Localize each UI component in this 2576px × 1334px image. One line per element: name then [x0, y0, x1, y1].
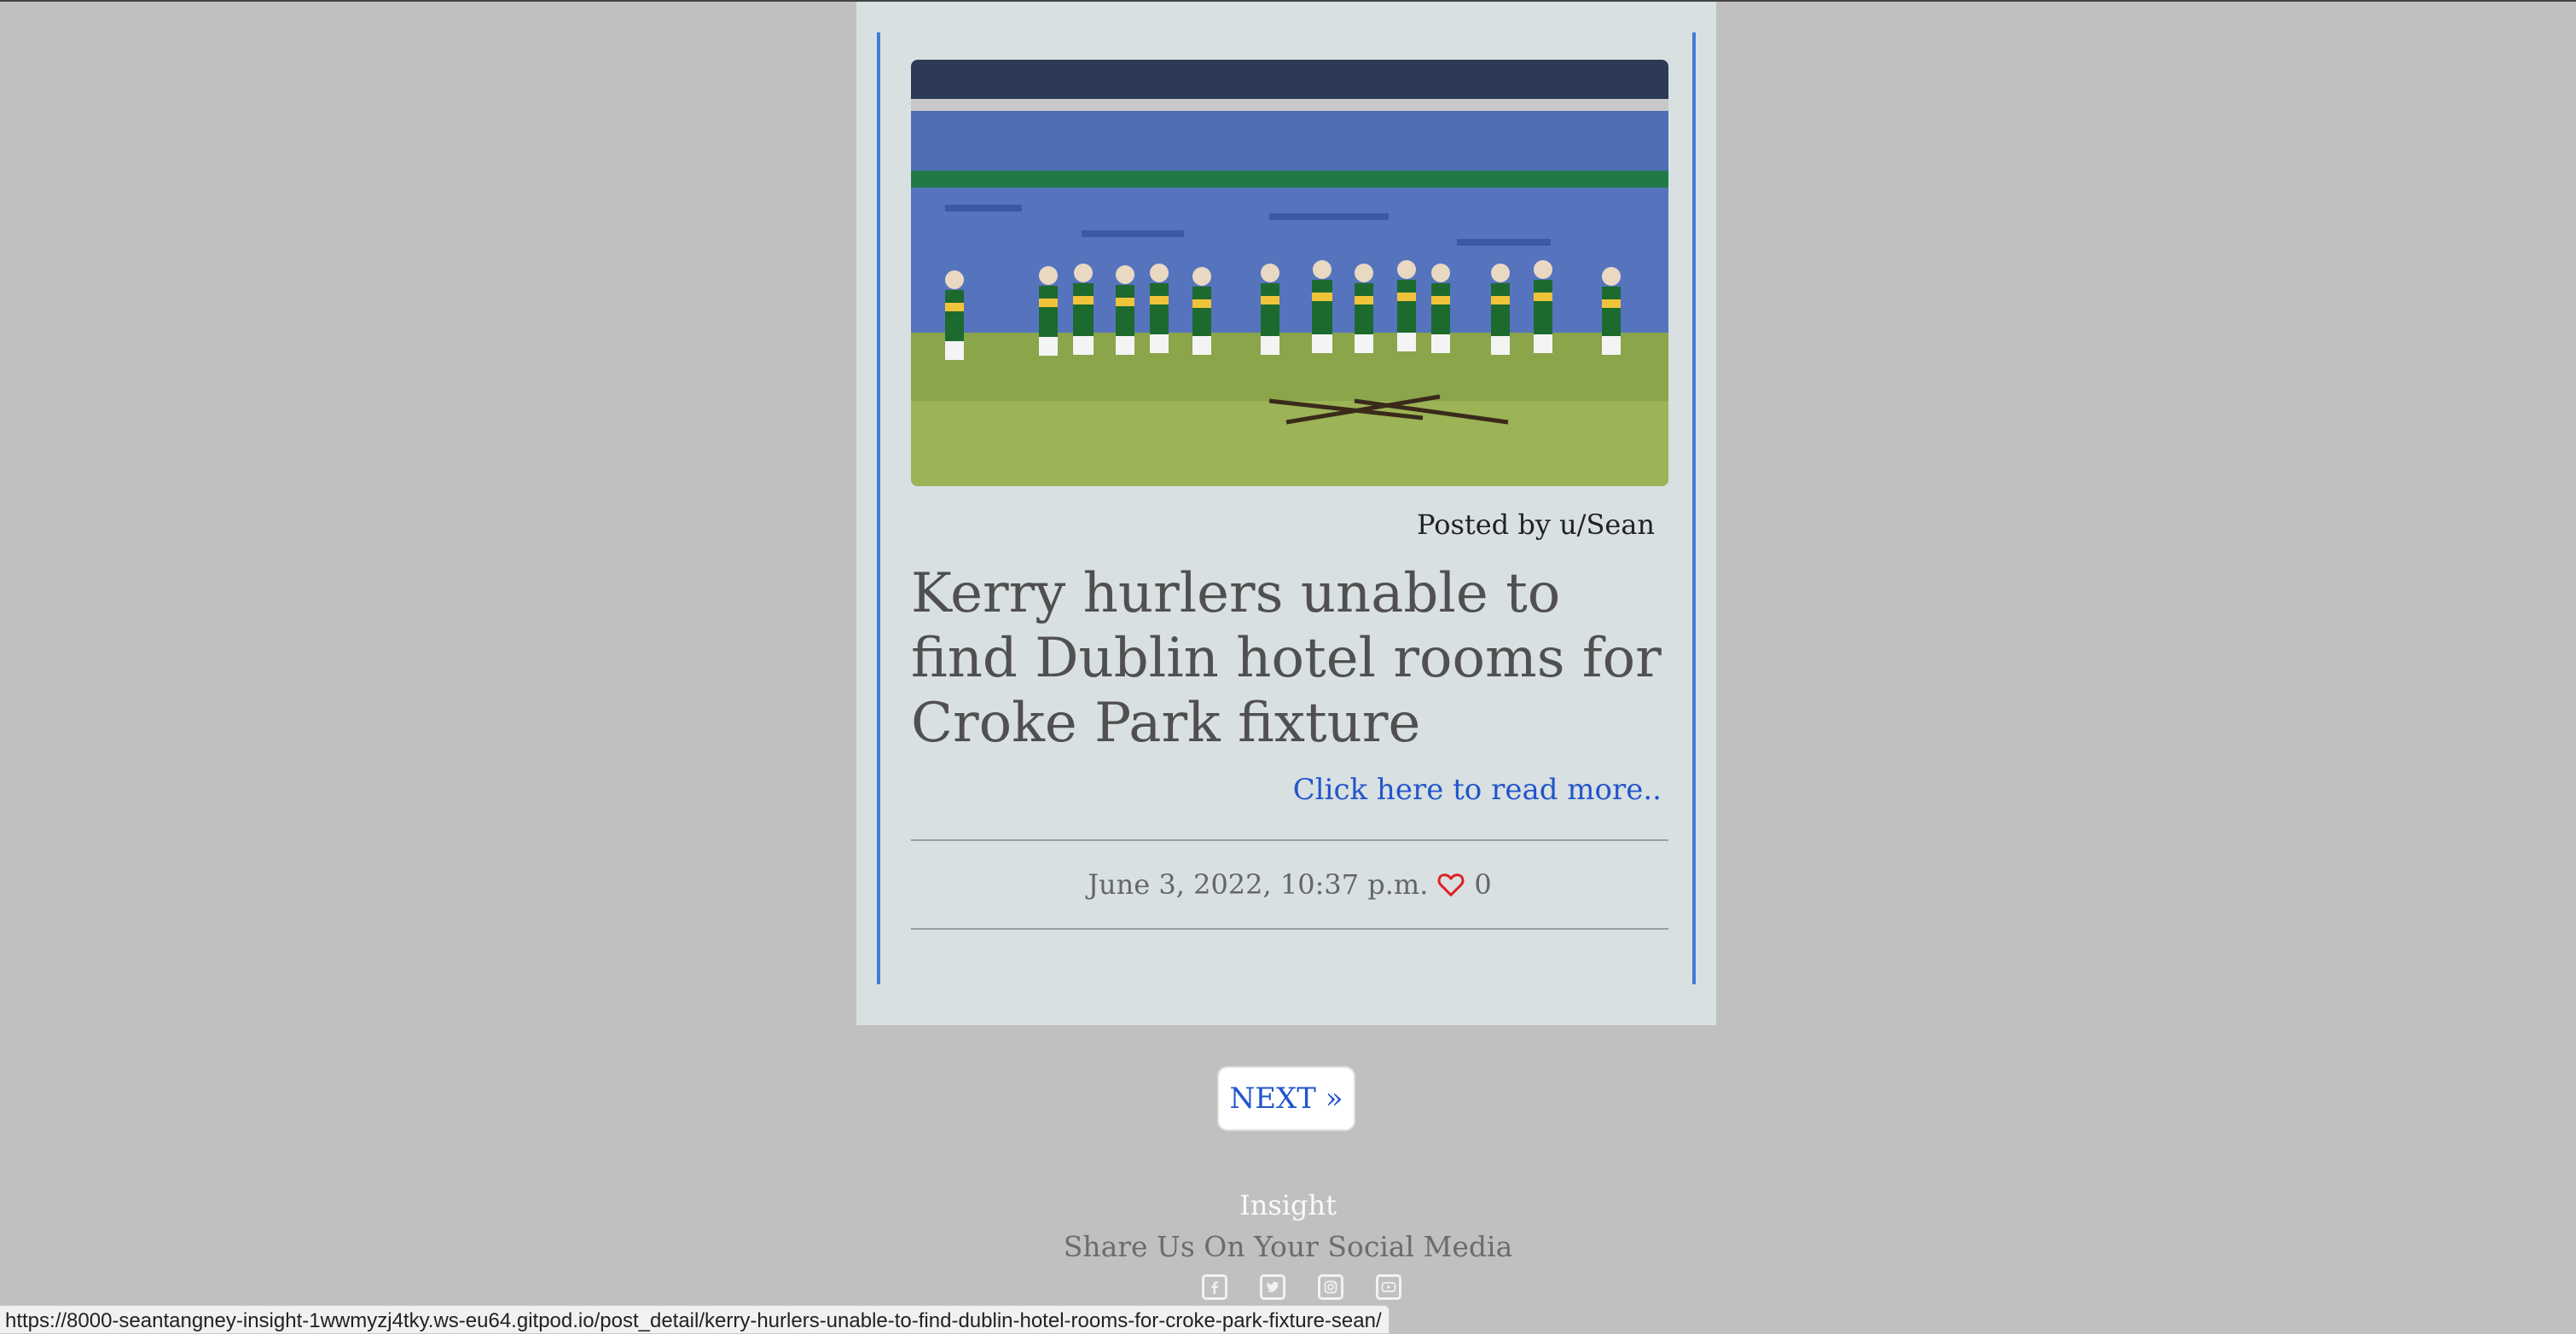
post-date: June 3, 2022, 10:37 p.m.: [1088, 868, 1429, 901]
footer-share-text: Share Us On Your Social Media: [1063, 1230, 1513, 1263]
post-card-inner: Posted by u/Sean Kerry hurlers unable to…: [877, 32, 1696, 984]
youtube-icon[interactable]: [1376, 1274, 1401, 1300]
divider: [911, 839, 1668, 841]
like-count: 0: [1474, 868, 1492, 901]
post-meta: June 3, 2022, 10:37 p.m. 0: [911, 868, 1668, 901]
footer-brand: Insight: [1239, 1189, 1337, 1221]
twitter-icon[interactable]: [1260, 1274, 1285, 1300]
post-title: Kerry hurlers unable to find Dublin hote…: [911, 562, 1662, 755]
post-image[interactable]: [911, 60, 1668, 486]
instagram-icon[interactable]: [1318, 1274, 1343, 1300]
divider: [911, 928, 1668, 930]
social-links: [1199, 1274, 1404, 1303]
heart-icon[interactable]: [1436, 872, 1465, 897]
post-author: Posted by u/Sean: [1416, 508, 1655, 541]
next-page-button[interactable]: NEXT »: [1217, 1066, 1355, 1131]
facebook-icon[interactable]: [1202, 1274, 1227, 1300]
stadium-photo-icon: [911, 60, 1668, 486]
status-bar-url: https://8000-seantangney-insight-1wwmyzj…: [0, 1305, 1390, 1334]
read-more-link[interactable]: Click here to read more..: [1293, 773, 1662, 807]
post-card: Posted by u/Sean Kerry hurlers unable to…: [856, 2, 1716, 1025]
